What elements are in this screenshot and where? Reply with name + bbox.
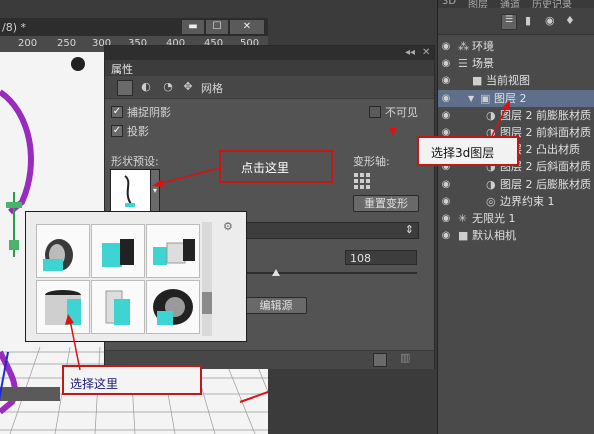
mesh-icon[interactable] xyxy=(117,80,133,96)
document-title: /8) * xyxy=(2,21,26,34)
scene-tree-label: 无限光 1 xyxy=(472,212,516,225)
visibility-eye-icon[interactable]: ◉ xyxy=(441,210,451,227)
texture-mapping-select[interactable]: ⇕ xyxy=(245,222,419,239)
shape-preset-picker: ⚙ xyxy=(25,211,247,342)
scene-tree-label: 环境 xyxy=(472,40,494,53)
scene-icon: ☰ xyxy=(458,57,468,71)
meshes-icon[interactable]: ▮ xyxy=(525,14,531,27)
panel-tabs: 3D 图层 通道 历史记录 xyxy=(438,0,594,11)
cast-shadows-checkbox[interactable]: ✓ xyxy=(111,125,123,137)
preset-thumbnail[interactable] xyxy=(146,280,200,334)
materials-icon[interactable]: ◉ xyxy=(545,14,555,27)
depth-slider-handle[interactable] xyxy=(272,269,280,276)
close-panel-icon[interactable]: ✕ xyxy=(422,47,430,58)
reset-deform-button[interactable]: 重置变形 xyxy=(353,195,419,212)
camera-icon: ■ xyxy=(458,229,469,243)
capture-shadows-label: 捕捉阴影 xyxy=(127,106,171,119)
shape-preset-thumbnail[interactable] xyxy=(110,169,152,213)
scene-tree-label: 图层 2 后膨胀材质 xyxy=(500,177,591,191)
collapse-icon[interactable]: ◂◂ xyxy=(405,47,415,58)
depth-value-field[interactable]: 108 xyxy=(345,250,417,265)
visibility-eye-icon[interactable]: ◉ xyxy=(441,38,451,55)
lights-icon[interactable]: ♦ xyxy=(565,14,575,27)
preset-thumbnail[interactable] xyxy=(91,224,145,278)
properties-toolbar: ◐ ◔ ✥ 网格 xyxy=(105,76,434,99)
cap-icon[interactable]: ◔ xyxy=(161,80,175,93)
invisible-label: 不可见 xyxy=(385,106,418,119)
scene-tree-row[interactable]: ◉ ✳ 无限光 1 xyxy=(438,210,594,227)
document-titlebar[interactable]: /8) * ▬ ☐ ✕ xyxy=(0,18,268,37)
scene-tree-row[interactable]: ◉ ◎ 边界约束 1 xyxy=(438,193,594,210)
picker-scrollbar-thumb[interactable] xyxy=(202,292,212,314)
callout-text: 选择这里 xyxy=(70,377,119,391)
click-here-callout: 点击这里 xyxy=(219,150,333,183)
picker-scrollbar[interactable] xyxy=(202,222,212,336)
depth-slider-track[interactable] xyxy=(245,272,417,274)
callout-arrow xyxy=(491,100,510,137)
deform-axis-grid[interactable] xyxy=(353,172,371,190)
camera-icon: ■ xyxy=(472,74,483,88)
panel-header: ◂◂ ✕ xyxy=(105,46,434,60)
ruler-tick: 200 xyxy=(18,38,38,49)
preset-thumbnail[interactable] xyxy=(91,280,145,334)
env-icon: ⁂ xyxy=(458,40,469,53)
scene-tree-label: 场景 xyxy=(472,57,494,71)
pointer-marker-icon xyxy=(389,128,397,136)
expand-toggle-icon[interactable]: ▼ xyxy=(468,90,474,107)
whole-scene-icon[interactable]: ☰ xyxy=(501,14,517,30)
filter-toolbar: ☰ ▮ ◉ ♦ xyxy=(438,8,594,35)
toolbar-label: 网格 xyxy=(201,82,223,95)
visibility-eye-icon[interactable]: ◉ xyxy=(441,107,451,124)
preset-thumbnail[interactable] xyxy=(146,224,200,278)
scene-tree-row[interactable]: ◉ ⁂ 环境 xyxy=(438,38,594,55)
properties-tab-bar: 属性 xyxy=(105,60,434,77)
select-layer-callout: 选择3d图层 xyxy=(417,136,519,166)
callout-arrow xyxy=(65,314,81,371)
deform-axis-label: 变形轴: xyxy=(353,155,390,168)
maximize-button[interactable]: ☐ xyxy=(205,19,229,35)
callout-text: 选择3d图层 xyxy=(431,146,495,160)
material-icon: ◑ xyxy=(486,177,496,191)
scene-tree-label: 边界约束 1 xyxy=(500,194,555,208)
scene-tree-row[interactable]: ◉ ■ 当前视图 xyxy=(438,72,594,89)
visibility-eye-icon[interactable]: ◉ xyxy=(441,193,451,210)
callout-text: 点击这里 xyxy=(241,161,290,175)
scene-tree-label: 默认相机 xyxy=(472,229,516,243)
deform-icon[interactable]: ◐ xyxy=(139,80,153,93)
callout-arrow xyxy=(152,167,221,187)
visibility-eye-icon[interactable]: ◉ xyxy=(441,176,451,193)
scene-tree-row[interactable]: ◉ ■ 默认相机 xyxy=(438,227,594,244)
scene-tree-row[interactable]: ◉ ◑ 图层 2 后膨胀材质 xyxy=(438,176,594,193)
preset-thumbnail[interactable] xyxy=(36,224,90,278)
constraint-icon: ◎ xyxy=(486,194,496,208)
gear-icon[interactable]: ⚙ xyxy=(223,220,233,233)
invisible-checkbox[interactable] xyxy=(369,106,381,118)
cast-shadows-label: 投影 xyxy=(127,125,149,138)
visibility-eye-icon[interactable]: ◉ xyxy=(441,90,451,107)
ruler-tick: 250 xyxy=(57,38,77,49)
coordinates-icon[interactable]: ✥ xyxy=(181,80,195,93)
render-icon[interactable] xyxy=(373,353,387,367)
scene-tree-row[interactable]: ◉ ☰ 场景 xyxy=(438,55,594,72)
minimize-button[interactable]: ▬ xyxy=(181,19,205,35)
light-icon: ✳ xyxy=(458,212,468,225)
close-button[interactable]: ✕ xyxy=(229,19,265,35)
scene-tree-label: 当前视图 xyxy=(486,74,530,88)
tab-properties[interactable]: 属性 xyxy=(111,61,133,77)
tab-3d[interactable]: 3D xyxy=(442,0,456,7)
trash-icon[interactable]: ▥ xyxy=(400,351,410,364)
capture-shadows-checkbox[interactable]: ✓ xyxy=(111,106,123,118)
visibility-eye-icon[interactable]: ◉ xyxy=(441,227,451,244)
edit-source-button[interactable]: 编辑源 xyxy=(245,297,307,314)
visibility-eye-icon[interactable]: ◉ xyxy=(441,55,451,72)
3d-panel: 3D 图层 通道 历史记录 ☰ ▮ ◉ ♦ ◉ ⁂ 环境 ◉ ☰ 场景 ◉ ■ 当前视图 ◉ ▼ ▣ 图… xyxy=(437,0,594,434)
visibility-eye-icon[interactable]: ◉ xyxy=(441,72,451,89)
